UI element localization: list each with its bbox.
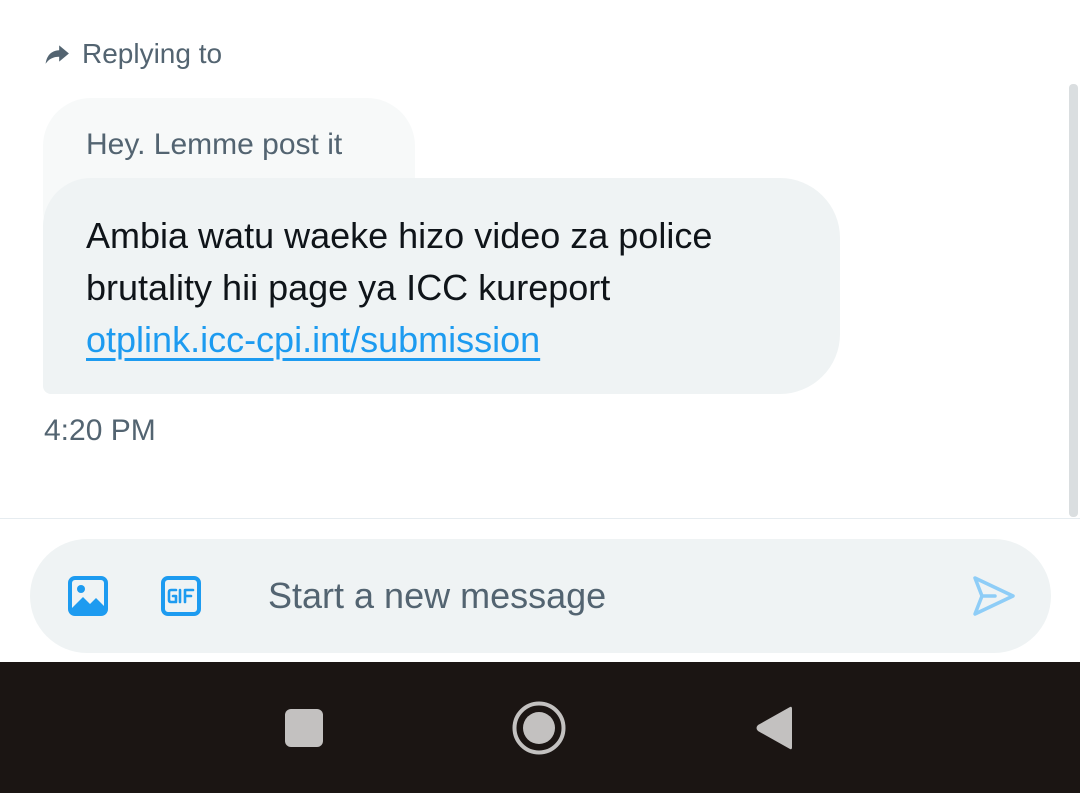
android-navigation-bar: [0, 662, 1080, 793]
message-body: Ambia watu waeke hizo video za police br…: [86, 210, 806, 366]
triangle-back-icon: [754, 705, 794, 751]
square-icon: [284, 708, 324, 748]
reply-arrow-icon: [44, 41, 70, 67]
message-line-2: brutality hii page ya ICC kureport: [86, 267, 611, 308]
replying-to-label: Replying to: [82, 38, 223, 69]
add-gif-button[interactable]: [159, 574, 203, 618]
back-button[interactable]: [744, 698, 804, 758]
message-composer: [30, 539, 1051, 653]
gif-icon: [160, 575, 202, 617]
send-button[interactable]: [970, 574, 1018, 618]
image-icon: [67, 575, 109, 617]
message-link[interactable]: otplink.icc-cpi.int/submission: [86, 314, 540, 366]
replying-to-header: Replying to: [44, 34, 222, 74]
quoted-message-text: Hey. Lemme post it: [86, 128, 343, 161]
add-media-button[interactable]: [66, 574, 110, 618]
message-timestamp: 4:20 PM: [44, 414, 156, 447]
home-button[interactable]: [509, 698, 569, 758]
send-icon: [971, 573, 1017, 619]
recents-button[interactable]: [274, 698, 334, 758]
composer-divider: [0, 518, 1080, 519]
scrollbar[interactable]: [1069, 84, 1078, 517]
message-line-1: Ambia watu waeke hizo video za police: [86, 215, 713, 256]
circle-icon: [511, 700, 567, 756]
dm-conversation-screen: Replying to Hey. Lemme post it Ambia wat…: [0, 0, 1080, 793]
message-input[interactable]: [268, 569, 928, 623]
